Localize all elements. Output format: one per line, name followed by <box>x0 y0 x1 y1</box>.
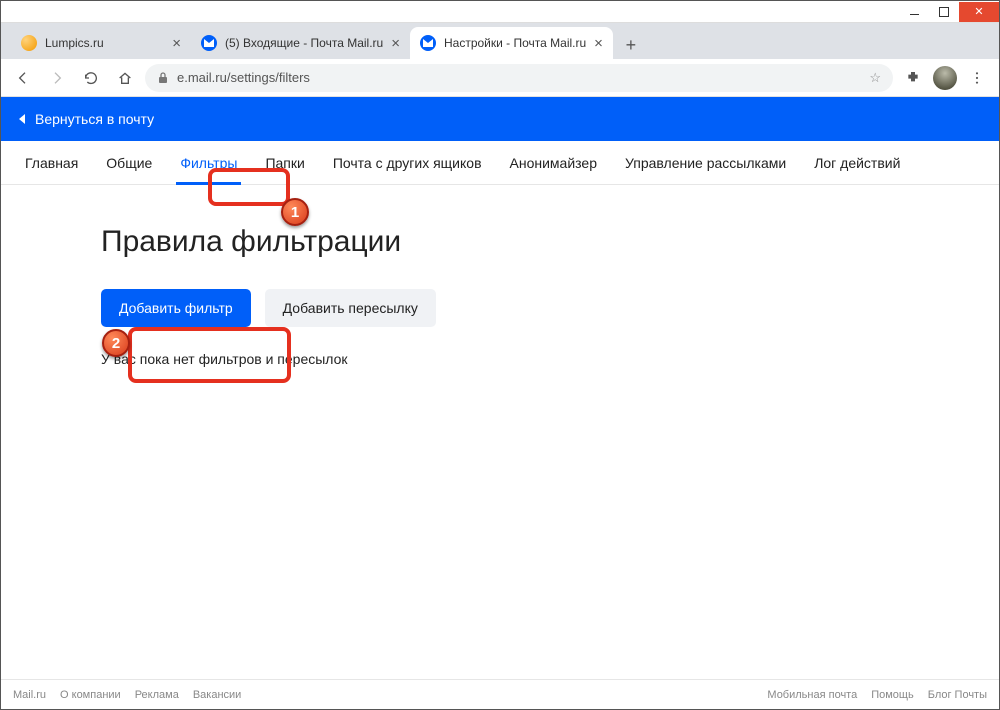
browser-tab-lumpics[interactable]: Lumpics.ru × <box>11 27 191 59</box>
nav-anonymizer[interactable]: Анонимайзер <box>496 141 611 185</box>
back-to-mail-label: Вернуться в почту <box>35 111 154 127</box>
page-content: Вернуться в почту Главная Общие Фильтры … <box>1 97 999 681</box>
triangle-left-icon <box>19 114 25 124</box>
button-row: Добавить фильтр Добавить пересылку <box>101 289 999 327</box>
window-titlebar: ✕ <box>1 1 999 23</box>
add-filter-button[interactable]: Добавить фильтр <box>101 289 251 327</box>
back-button[interactable] <box>9 64 37 92</box>
browser-tab-inbox[interactable]: (5) Входящие - Почта Mail.ru × <box>191 27 410 59</box>
window-maximize-button[interactable] <box>929 2 959 22</box>
url-text: e.mail.ru/settings/filters <box>177 70 310 85</box>
favicon-icon <box>420 35 436 51</box>
footer-link[interactable]: Мобильная почта <box>767 689 857 701</box>
footer-link[interactable]: Mail.ru <box>13 689 46 701</box>
nav-folders[interactable]: Папки <box>251 141 318 185</box>
home-button[interactable] <box>111 64 139 92</box>
reload-button[interactable] <box>77 64 105 92</box>
browser-toolbar: e.mail.ru/settings/filters ☆ <box>1 59 999 97</box>
tab-close-icon[interactable]: × <box>172 35 181 52</box>
back-to-mail-bar[interactable]: Вернуться в почту <box>1 97 999 141</box>
nav-subscriptions[interactable]: Управление рассылками <box>611 141 800 185</box>
favicon-icon <box>201 35 217 51</box>
nav-log[interactable]: Лог действий <box>800 141 914 185</box>
nav-filters[interactable]: Фильтры <box>166 141 251 185</box>
footer-link[interactable]: Вакансии <box>193 689 242 701</box>
footer-link[interactable]: Реклама <box>135 689 179 701</box>
window-close-button[interactable]: ✕ <box>959 2 999 22</box>
tab-close-icon[interactable]: × <box>594 35 603 52</box>
add-forward-button[interactable]: Добавить пересылку <box>265 289 436 327</box>
lock-icon <box>157 72 169 84</box>
empty-state-text: У вас пока нет фильтров и пересылок <box>101 351 999 367</box>
address-bar[interactable]: e.mail.ru/settings/filters ☆ <box>145 64 893 92</box>
footer: Mail.ru О компании Реклама Вакансии Моби… <box>1 679 999 709</box>
tab-title: Настройки - Почта Mail.ru <box>444 36 586 50</box>
forward-button[interactable] <box>43 64 71 92</box>
star-icon[interactable]: ☆ <box>869 70 881 86</box>
nav-main[interactable]: Главная <box>11 141 92 185</box>
page-title: Правила фильтрации <box>101 225 999 259</box>
tab-title: (5) Входящие - Почта Mail.ru <box>225 36 383 50</box>
footer-link[interactable]: О компании <box>60 689 121 701</box>
new-tab-button[interactable]: + <box>617 31 645 59</box>
favicon-icon <box>21 35 37 51</box>
nav-other-mail[interactable]: Почта с других ящиков <box>319 141 496 185</box>
tab-close-icon[interactable]: × <box>391 35 400 52</box>
extensions-button[interactable] <box>899 64 927 92</box>
annotation-marker-2: 2 <box>102 329 130 357</box>
main-content: Правила фильтрации Добавить фильтр Добав… <box>1 185 999 367</box>
footer-link[interactable]: Помощь <box>871 689 914 701</box>
browser-tab-settings[interactable]: Настройки - Почта Mail.ru × <box>410 27 613 59</box>
annotation-marker-1: 1 <box>281 198 309 226</box>
footer-link[interactable]: Блог Почты <box>928 689 987 701</box>
settings-nav: Главная Общие Фильтры Папки Почта с друг… <box>1 141 999 185</box>
menu-button[interactable] <box>963 64 991 92</box>
nav-general[interactable]: Общие <box>92 141 166 185</box>
tab-title: Lumpics.ru <box>45 36 164 50</box>
browser-tabstrip: Lumpics.ru × (5) Входящие - Почта Mail.r… <box>1 23 999 59</box>
profile-avatar[interactable] <box>933 66 957 90</box>
window-minimize-button[interactable] <box>899 2 929 22</box>
